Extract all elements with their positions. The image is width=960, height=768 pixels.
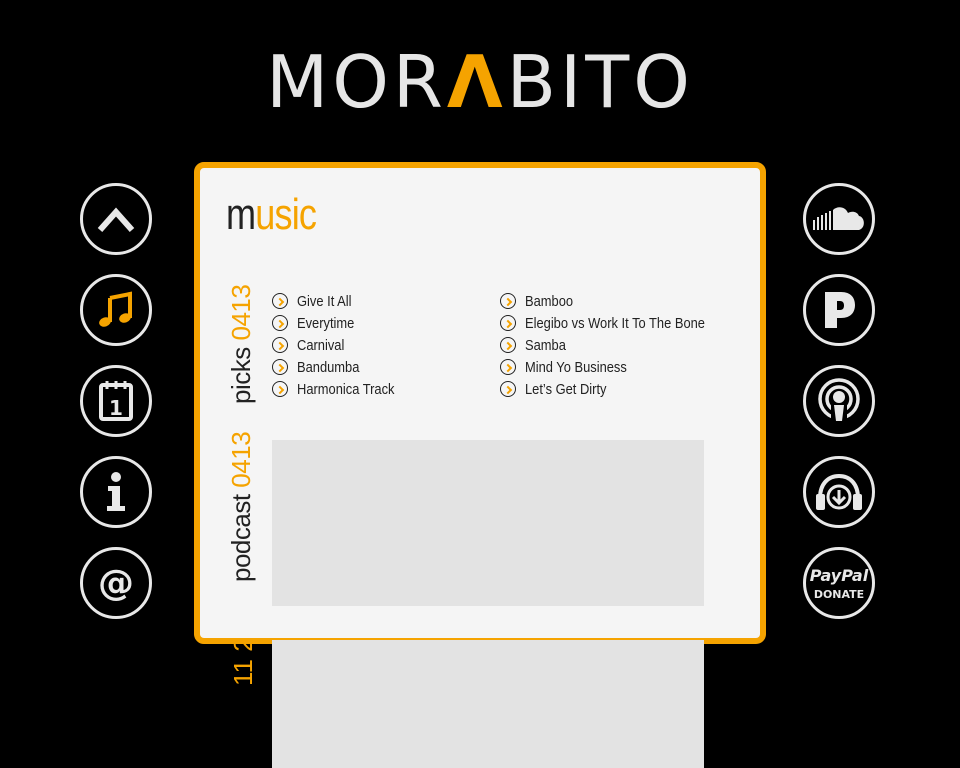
up-icon	[97, 207, 135, 232]
svg-text:@: @	[98, 563, 134, 604]
track-item[interactable]: Bamboo	[500, 290, 734, 312]
next-section-label: 11 2	[228, 637, 258, 686]
calendar-nav-button[interactable]: 1	[80, 365, 152, 437]
soundcloud-link[interactable]	[803, 183, 875, 255]
contact-nav-button[interactable]: @	[80, 547, 152, 619]
info-icon	[107, 472, 125, 511]
podcast-number: 0413	[226, 431, 256, 488]
track-title: Everytime	[297, 314, 355, 332]
track-item[interactable]: Bandumba	[272, 356, 410, 378]
play-arrow-icon	[272, 381, 288, 397]
play-arrow-icon	[500, 315, 516, 331]
track-item[interactable]: Everytime	[272, 312, 410, 334]
picks-column-2: Bamboo Elegibo vs Work It To The Bone Sa…	[500, 290, 734, 400]
track-item[interactable]: Elegibo vs Work It To The Bone	[500, 312, 734, 334]
track-item[interactable]: Harmonica Track	[272, 378, 410, 400]
logo-text-start: MOR	[266, 40, 447, 124]
track-title: Harmonica Track	[297, 380, 395, 398]
picks-label-text: picks	[226, 347, 256, 404]
track-title: Samba	[525, 336, 566, 354]
download-headphones-icon	[816, 473, 862, 510]
site-logo[interactable]: MOR Λ BITO	[190, 40, 770, 124]
play-arrow-icon	[272, 315, 288, 331]
donate-label: DONATE	[814, 588, 864, 601]
podcast-icon	[818, 378, 860, 425]
section-title-rest: usic	[255, 190, 317, 239]
play-arrow-icon	[272, 293, 288, 309]
play-arrow-icon	[500, 359, 516, 375]
picks-number: 0413	[226, 284, 256, 341]
play-arrow-icon	[272, 359, 288, 375]
track-item[interactable]: Let’s Get Dirty	[500, 378, 734, 400]
track-title: Carnival	[297, 336, 345, 354]
soundcloud-icon	[813, 207, 864, 230]
track-title: Mind Yo Business	[525, 358, 627, 376]
play-arrow-icon	[500, 293, 516, 309]
music-note-icon	[99, 291, 132, 327]
track-title: Give It All	[297, 292, 352, 310]
next-section-panel	[272, 640, 704, 768]
calendar-icon: 1	[99, 381, 133, 421]
logo-text-end: BITO	[506, 40, 694, 124]
section-title-first: m	[226, 190, 256, 239]
play-arrow-icon	[500, 337, 516, 353]
podcast-link[interactable]	[803, 365, 875, 437]
track-title: Bamboo	[525, 292, 574, 310]
music-nav-button[interactable]	[80, 274, 152, 346]
track-title: Let’s Get Dirty	[525, 380, 607, 398]
picks-label: picks 0413	[226, 285, 257, 404]
at-sign-icon: @	[98, 563, 134, 604]
play-arrow-icon	[500, 381, 516, 397]
track-title: Elegibo vs Work It To The Bone	[525, 314, 705, 332]
track-item[interactable]: Give It All	[272, 290, 410, 312]
pandora-link[interactable]	[803, 274, 875, 346]
play-arrow-icon	[272, 337, 288, 353]
pandora-icon	[825, 292, 855, 328]
scroll-top-button[interactable]	[80, 183, 152, 255]
calendar-day: 1	[109, 396, 123, 420]
paypal-donate-button[interactable]: PayPal DONATE	[803, 547, 875, 619]
music-panel: music picks 0413 Give It All Everytime C…	[194, 162, 766, 644]
section-title: music	[226, 190, 317, 240]
track-item[interactable]: Mind Yo Business	[500, 356, 734, 378]
download-link[interactable]	[803, 456, 875, 528]
track-item[interactable]: Carnival	[272, 334, 410, 356]
logo-accent: Λ	[446, 40, 507, 124]
podcast-label: podcast 0413	[226, 432, 257, 582]
podcast-player[interactable]	[272, 440, 704, 606]
info-nav-button[interactable]	[80, 456, 152, 528]
podcast-label-text: podcast	[226, 494, 256, 582]
track-title: Bandumba	[297, 358, 360, 376]
paypal-donate-icon: PayPal DONATE	[810, 566, 869, 601]
picks-column-1: Give It All Everytime Carnival Bandumba …	[272, 290, 410, 400]
paypal-label: PayPal	[810, 566, 869, 585]
track-item[interactable]: Samba	[500, 334, 734, 356]
